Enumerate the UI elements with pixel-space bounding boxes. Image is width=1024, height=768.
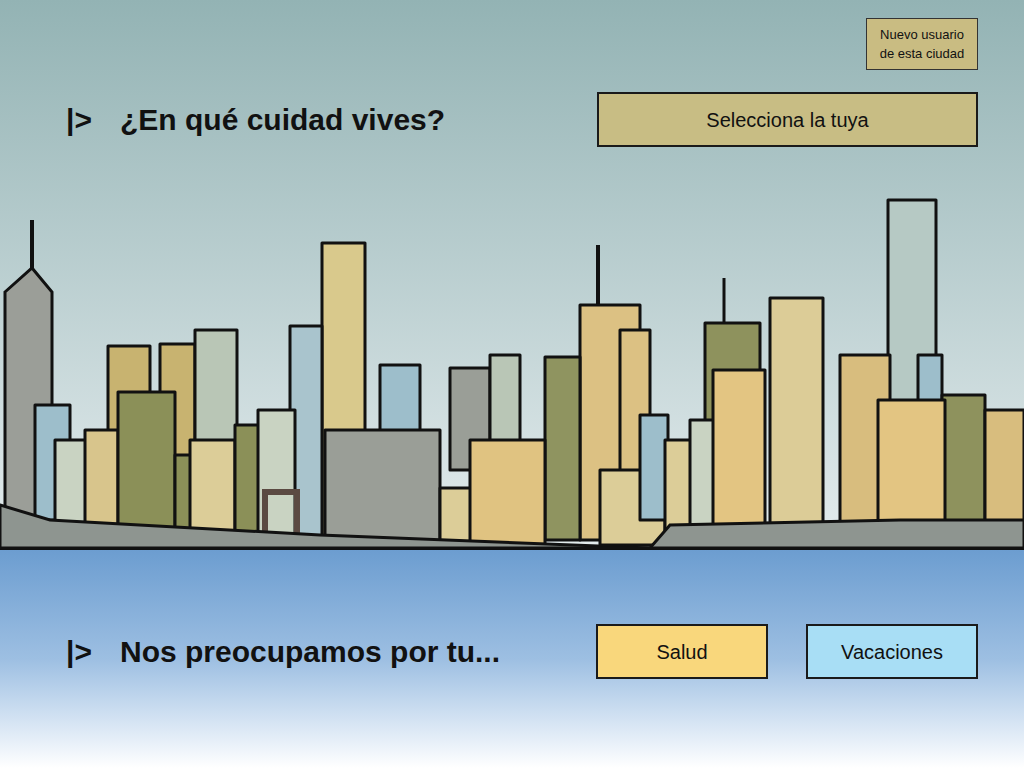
prompt-row: |>Nos preocupamos por tu...Salud Vacacion… [0, 624, 1024, 679]
option-button[interactable]: Salud [596, 624, 768, 679]
new-user-button[interactable]: Nuevo usuariode esta ciudad [866, 18, 978, 70]
option-button[interactable]: Vacaciones [806, 624, 978, 679]
city-skyline-illustration [0, 147, 1024, 550]
prompt-text: ¿En qué cuidad vives? [120, 97, 597, 142]
city-app-screen: Nuevo usuariode esta ciudad|>¿En qué cui… [0, 0, 1024, 768]
water-area: |>Nos preocupamos por tu...Salud Vacacion… [0, 550, 1024, 768]
prompt-text: Nos preocupamos por tu... [120, 629, 596, 674]
prompt-marker: |> [66, 629, 120, 674]
prompt-marker: |> [66, 97, 120, 142]
option-button[interactable]: Selecciona la tuya [597, 92, 978, 147]
sky-area: Nuevo usuariode esta ciudad |>¿En qué cui… [0, 0, 1024, 550]
prompt-row: |>¿En qué cuidad vives?Selecciona la tuy… [0, 92, 1024, 147]
